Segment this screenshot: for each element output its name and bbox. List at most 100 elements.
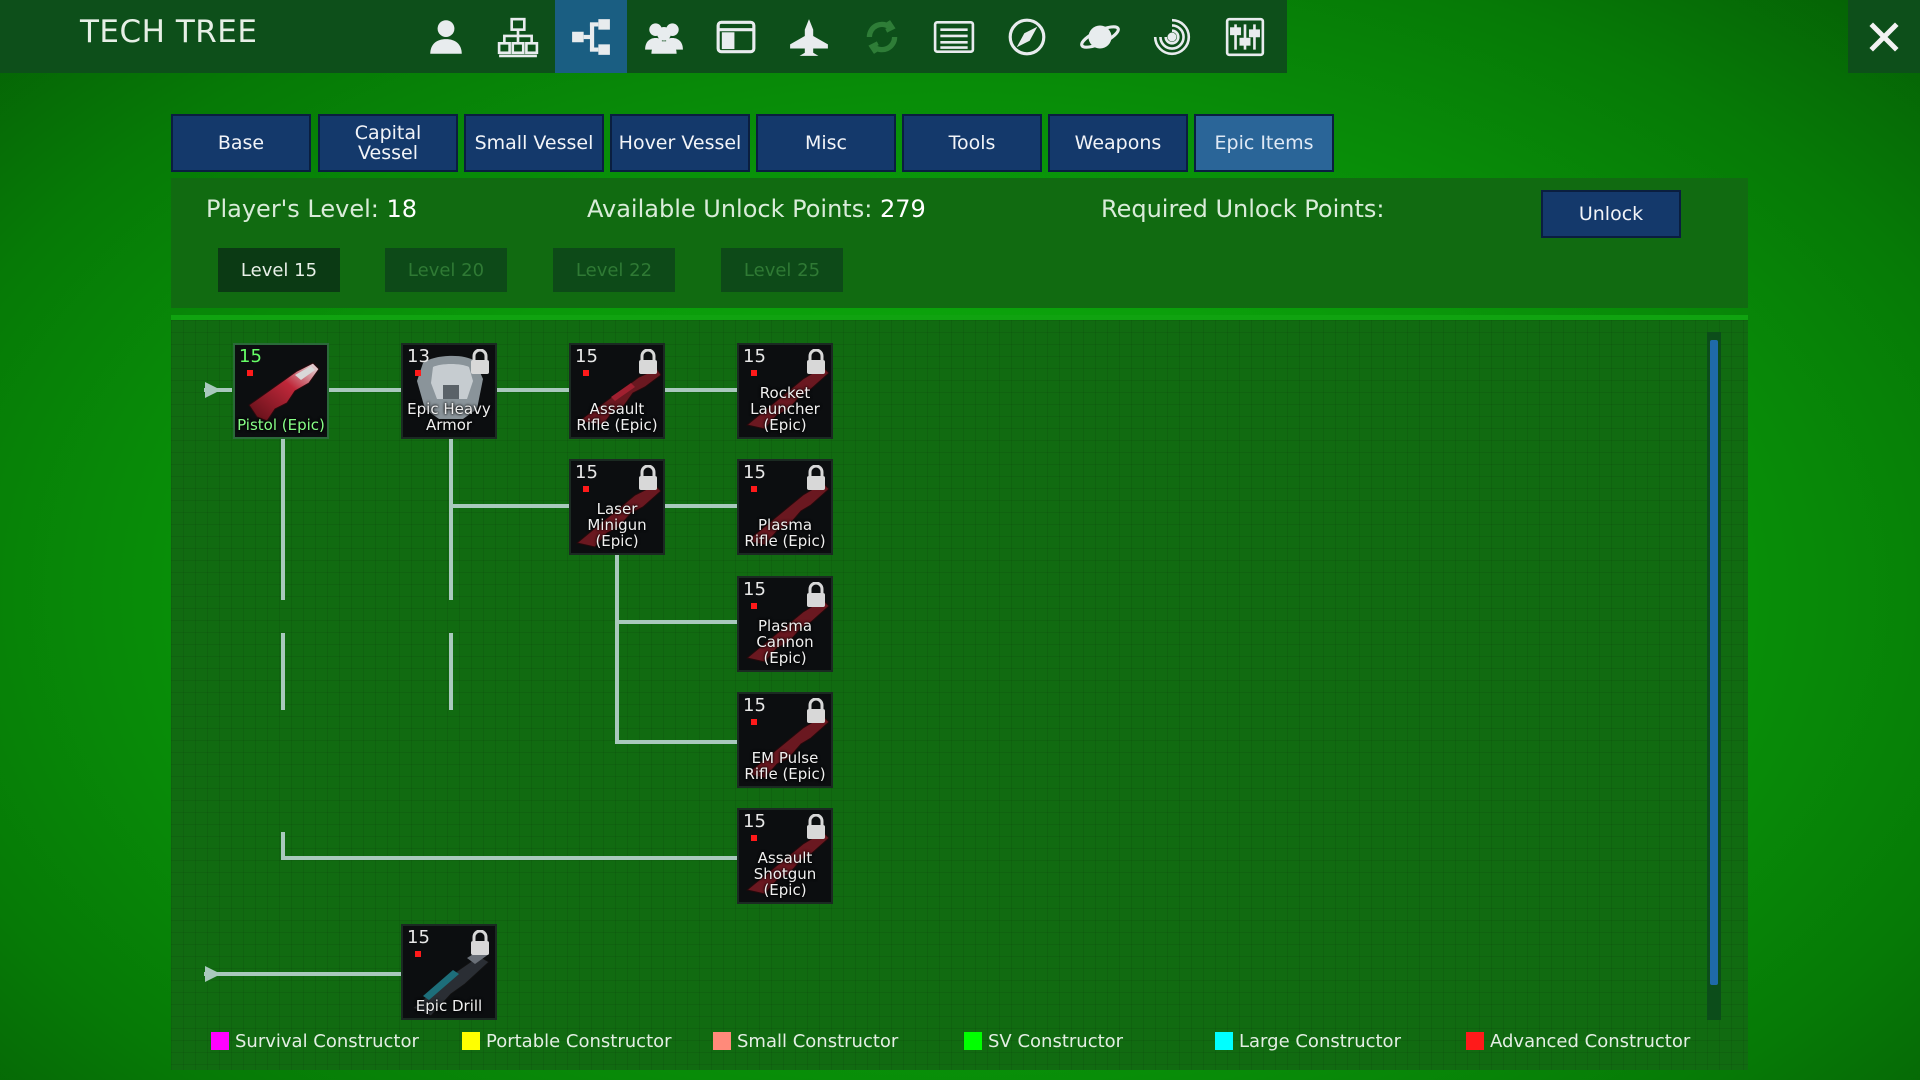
constructor-marker	[415, 951, 421, 957]
player-icon[interactable]	[410, 0, 482, 73]
player-level: Player's Level: 18	[206, 195, 417, 223]
legend-item-portable: Portable Constructor	[462, 1030, 672, 1052]
tab-capital-vessel[interactable]: Capital Vessel	[318, 114, 458, 172]
available-points-value: 279	[879, 195, 926, 223]
log-icon[interactable]	[918, 0, 990, 73]
legend-item-large: Large Constructor	[1215, 1030, 1401, 1052]
legend-item-survival: Survival Constructor	[211, 1030, 419, 1052]
tech-node-plasma-cannon-epic[interactable]: 15 Plasma Cannon (Epic)	[737, 576, 833, 672]
node-level: 15	[743, 579, 766, 600]
tech-node-laser-minigun-epic[interactable]: 15 Laser Minigun (Epic)	[569, 459, 665, 555]
node-level: 15	[743, 346, 766, 367]
legend-item-small: Small Constructor	[713, 1030, 898, 1052]
lock-icon	[471, 930, 489, 955]
settings-icon[interactable]	[1209, 0, 1281, 73]
tree-scrollbar-thumb[interactable]	[1710, 340, 1718, 985]
available-points: Available Unlock Points: 279	[587, 195, 926, 223]
level-tab-25[interactable]: Level 25	[721, 248, 843, 292]
top-bar: TECH TREE	[0, 0, 1287, 73]
legend-swatch	[1215, 1032, 1233, 1050]
node-level: 15	[743, 811, 766, 832]
tech-node-pistol-epic[interactable]: 15 Pistol (Epic)	[233, 343, 329, 439]
legend-item-advanced: Advanced Constructor	[1466, 1030, 1690, 1052]
unlock-button[interactable]: Unlock	[1541, 190, 1681, 238]
player-level-value: 18	[386, 195, 418, 223]
node-label: EM Pulse Rifle (Epic)	[744, 749, 826, 783]
tech-node-em-pulse-rifle-epic[interactable]: 15 EM Pulse Rifle (Epic)	[737, 692, 833, 788]
legend-swatch	[713, 1032, 731, 1050]
tech-node-rocket-launcher-epic[interactable]: 15 Rocket Launcher (Epic)	[737, 343, 833, 439]
legend-label: Survival Constructor	[235, 1030, 419, 1052]
constructor-marker	[415, 370, 421, 376]
compass-icon[interactable]	[991, 0, 1063, 73]
window-title: TECH TREE	[80, 14, 258, 50]
tab-small-vessel[interactable]: Small Vessel	[464, 114, 604, 172]
node-label: Assault Rifle (Epic)	[576, 400, 658, 434]
constructor-marker	[751, 370, 757, 376]
trade-icon[interactable]	[846, 0, 918, 73]
node-label: Epic Heavy Armor	[407, 400, 491, 434]
tab-epic-items[interactable]: Epic Items	[1194, 114, 1334, 172]
node-label: Laser Minigun (Epic)	[587, 500, 647, 550]
tech-node-plasma-rifle-epic[interactable]: 15 Plasma Rifle (Epic)	[737, 459, 833, 555]
constructor-marker	[583, 370, 589, 376]
tech-node-epic-drill[interactable]: 15 Epic Drill	[401, 924, 497, 1020]
close-icon[interactable]	[1848, 0, 1920, 73]
tab-hover-vessel[interactable]: Hover Vessel	[610, 114, 750, 172]
legend-swatch	[1466, 1032, 1484, 1050]
tab-weapons[interactable]: Weapons	[1048, 114, 1188, 172]
legend-swatch	[462, 1032, 480, 1050]
constructor-marker	[751, 603, 757, 609]
tech-node-assault-shotgun-epic[interactable]: 15 Assault Shotgun (Epic)	[737, 808, 833, 904]
tab-capital-vessel-label: Capital Vessel	[354, 122, 422, 164]
node-label: Assault Shotgun (Epic)	[753, 849, 817, 899]
lock-icon	[807, 814, 825, 839]
node-level: 13	[407, 346, 430, 367]
lock-icon	[639, 349, 657, 374]
planet-icon[interactable]	[1064, 0, 1136, 73]
node-label: Epic Drill	[415, 997, 483, 1015]
node-label: Plasma Rifle (Epic)	[744, 516, 826, 550]
lock-icon	[807, 465, 825, 490]
available-points-label: Available Unlock Points:	[587, 195, 873, 223]
galaxy-icon[interactable]	[1136, 0, 1208, 73]
tree-start-arrow	[205, 382, 221, 398]
required-points: Required Unlock Points:	[1101, 195, 1384, 223]
legend-label: SV Constructor	[988, 1030, 1124, 1052]
lock-icon	[639, 465, 657, 490]
info-panel: Player's Level: 18 Available Unlock Poin…	[171, 178, 1748, 308]
tab-base[interactable]: Base	[171, 114, 311, 172]
lock-icon	[807, 698, 825, 723]
level-tab-15[interactable]: Level 15	[218, 248, 340, 292]
node-level: 15	[239, 346, 262, 367]
node-level: 15	[743, 462, 766, 483]
ship-icon[interactable]	[773, 0, 845, 73]
node-label: Pistol (Epic)	[237, 416, 325, 434]
tech-node-assault-rifle-epic[interactable]: 15 Assault Rifle (Epic)	[569, 343, 665, 439]
tree-start-arrow	[205, 966, 221, 982]
node-level: 15	[743, 695, 766, 716]
level-tab-20[interactable]: Level 20	[385, 248, 507, 292]
constructor-marker	[247, 370, 253, 376]
tab-tools[interactable]: Tools	[902, 114, 1042, 172]
legend-swatch	[211, 1032, 229, 1050]
tab-misc[interactable]: Misc	[756, 114, 896, 172]
group-icon[interactable]	[628, 0, 700, 73]
required-points-label: Required Unlock Points:	[1101, 195, 1385, 223]
lock-icon	[807, 582, 825, 607]
constructor-marker	[751, 835, 757, 841]
constructor-marker	[751, 486, 757, 492]
tech-tree-icon[interactable]	[555, 0, 627, 73]
node-level: 15	[575, 462, 598, 483]
factions-icon[interactable]	[482, 0, 554, 73]
lock-icon	[471, 349, 489, 374]
tech-node-epic-heavy-armor[interactable]: 13 Epic Heavy Armor	[401, 343, 497, 439]
registry-icon[interactable]	[700, 0, 772, 73]
node-level: 15	[407, 927, 430, 948]
lock-icon	[807, 349, 825, 374]
level-tab-22[interactable]: Level 22	[553, 248, 675, 292]
node-level: 15	[575, 346, 598, 367]
legend-label: Small Constructor	[737, 1030, 899, 1052]
legend-item-sv: SV Constructor	[964, 1030, 1123, 1052]
player-level-label: Player's Level:	[206, 195, 379, 223]
